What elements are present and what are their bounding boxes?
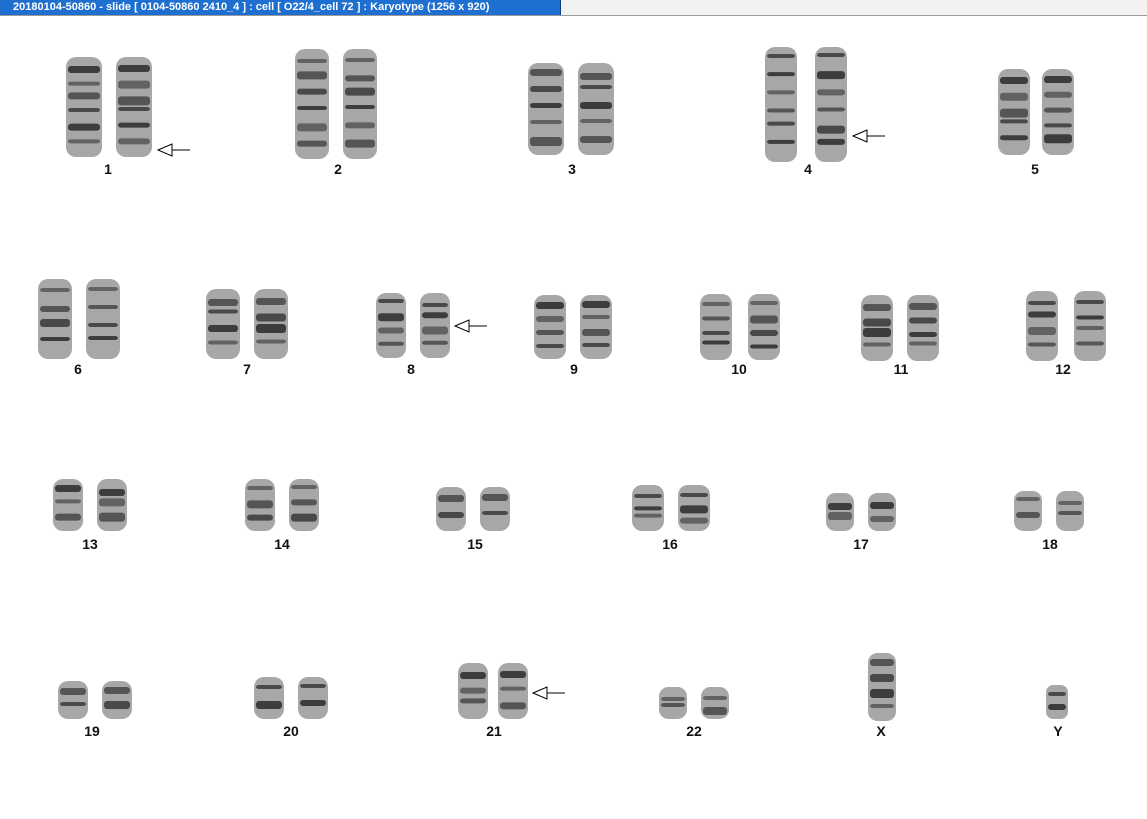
- chromosome-image: [66, 57, 152, 157]
- chromosome-pair-7[interactable]: [206, 289, 288, 359]
- chromosome-image: [998, 69, 1074, 155]
- karyotype-canvas: 1 2 3 4 5 6 7 8 9 10 11 12 13 14 15 16 17 18 19 20 21 22 X Y: [0, 17, 1147, 819]
- chromosome-label: Y: [1053, 723, 1063, 739]
- chromosome-label: 22: [686, 723, 702, 739]
- chromosome-image: [1014, 491, 1084, 531]
- left-arrow-icon: [852, 129, 885, 143]
- chromosome-image: [1046, 685, 1068, 719]
- chromosome-pair-x[interactable]: [868, 653, 896, 721]
- chromosome-image: [245, 479, 319, 531]
- left-arrow-icon: [157, 143, 190, 157]
- chromosome-label: 6: [74, 361, 82, 377]
- chromosome-pair-8[interactable]: [376, 293, 450, 358]
- chromosome-image: [254, 677, 328, 719]
- left-arrow-icon: [454, 319, 487, 333]
- chromosome-image: [861, 295, 939, 361]
- chromosome-pair-9[interactable]: [534, 295, 612, 359]
- chromosome-image: [765, 47, 847, 162]
- chromosome-label: 19: [84, 723, 100, 739]
- chromosome-image: [528, 63, 614, 155]
- chromosome-label: X: [876, 723, 886, 739]
- chromosome-label: 17: [853, 536, 869, 552]
- chromosome-image: [868, 653, 896, 721]
- chromosome-pair-13[interactable]: [53, 479, 127, 531]
- chromosome-image: [53, 479, 127, 531]
- chromosome-pair-1[interactable]: [66, 57, 152, 157]
- chromosome-image: [376, 293, 450, 358]
- chromosome-label: 14: [274, 536, 290, 552]
- chromosome-image: [458, 663, 528, 719]
- chromosome-image: [1026, 291, 1106, 361]
- chromosome-image: [534, 295, 612, 359]
- chromosome-label: 1: [104, 161, 112, 177]
- window-title-tab[interactable]: 20180104-50860 - slide [ 0104-50860 2410…: [0, 0, 561, 15]
- chromosome-label: 4: [804, 161, 812, 177]
- chromosome-pair-17[interactable]: [826, 493, 896, 531]
- chromosome-pair-16[interactable]: [632, 485, 710, 531]
- chromosome-label: 2: [334, 161, 342, 177]
- chromosome-label: 9: [570, 361, 578, 377]
- chromosome-pair-2[interactable]: [295, 49, 377, 159]
- chromosome-pair-10[interactable]: [700, 294, 780, 360]
- chromosome-pair-22[interactable]: [659, 687, 729, 719]
- chromosome-label: 13: [82, 536, 98, 552]
- chromosome-image: [700, 294, 780, 360]
- chromosome-image: [38, 279, 120, 359]
- chromosome-image: [632, 485, 710, 531]
- chromosome-label: 10: [731, 361, 747, 377]
- chromosome-label: 3: [568, 161, 576, 177]
- chromosome-pair-19[interactable]: [58, 681, 132, 719]
- left-arrow-icon: [532, 686, 565, 700]
- chromosome-pair-21[interactable]: [458, 663, 528, 719]
- chromosome-label: 8: [407, 361, 415, 377]
- chromosome-pair-5[interactable]: [998, 69, 1074, 155]
- chromosome-image: [436, 487, 510, 531]
- chromosome-image: [659, 687, 729, 719]
- chromosome-pair-15[interactable]: [436, 487, 510, 531]
- chromosome-label: 21: [486, 723, 502, 739]
- chromosome-pair-y[interactable]: [1046, 685, 1068, 719]
- chromosome-label: 18: [1042, 536, 1058, 552]
- chromosome-image: [58, 681, 132, 719]
- chromosome-pair-3[interactable]: [528, 63, 614, 155]
- chromosome-image: [206, 289, 288, 359]
- chromosome-pair-12[interactable]: [1026, 291, 1106, 361]
- window-titlebar: 20180104-50860 - slide [ 0104-50860 2410…: [0, 0, 1147, 16]
- chromosome-pair-6[interactable]: [38, 279, 120, 359]
- chromosome-label: 16: [662, 536, 678, 552]
- chromosome-label: 5: [1031, 161, 1039, 177]
- chromosome-pair-11[interactable]: [861, 295, 939, 361]
- chromosome-image: [295, 49, 377, 159]
- chromosome-label: 15: [467, 536, 483, 552]
- chromosome-pair-4[interactable]: [765, 47, 847, 162]
- chromosome-label: 12: [1055, 361, 1071, 377]
- chromosome-label: 11: [893, 361, 909, 377]
- chromosome-image: [826, 493, 896, 531]
- chromosome-pair-20[interactable]: [254, 677, 328, 719]
- chromosome-label: 20: [283, 723, 299, 739]
- chromosome-pair-18[interactable]: [1014, 491, 1084, 531]
- chromosome-pair-14[interactable]: [245, 479, 319, 531]
- chromosome-label: 7: [243, 361, 251, 377]
